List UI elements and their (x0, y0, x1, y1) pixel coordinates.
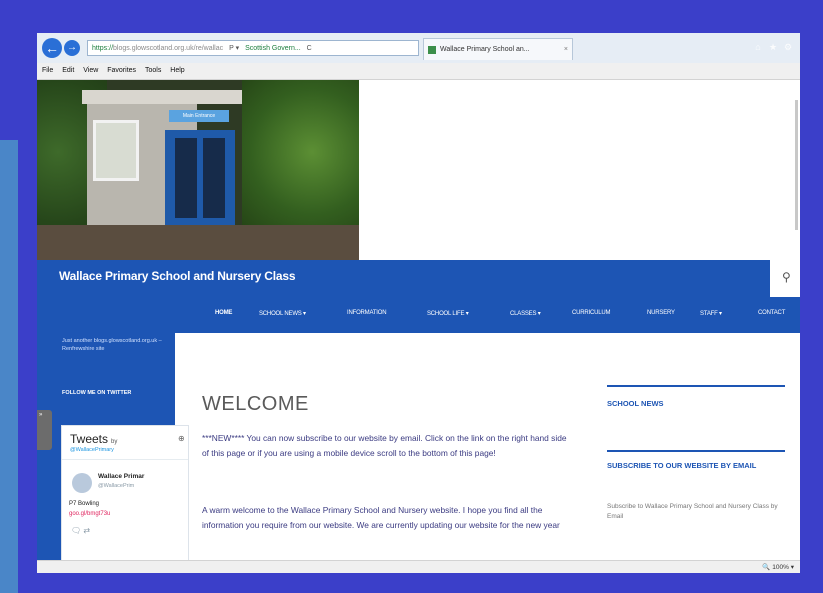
follow-twitter-link[interactable]: FOLLOW ME ON TWITTER (62, 389, 162, 397)
right-divider (607, 385, 785, 387)
browser-window: ← → https://blogs.glowscotland.org.uk/re… (37, 33, 800, 573)
slide-background (0, 0, 30, 140)
twitter-widget-title: Tweets by (70, 432, 117, 446)
forward-icon[interactable]: → (64, 40, 80, 56)
photo-door-glass-right (203, 138, 225, 218)
browser-titlebar: ← → https://blogs.glowscotland.org.uk/re… (37, 33, 800, 63)
tweet-author-handle: @WallacePrim (98, 483, 135, 489)
tweet-actions[interactable]: 🗨 ⇄ (71, 526, 90, 535)
site-tagline: Just another blogs.glowscotland.org.uk –… (62, 338, 162, 352)
tweet-text: P7 Bowling (69, 501, 100, 507)
menu-tools[interactable]: Tools (145, 67, 161, 74)
address-url: blogs.glowscotland.org.uk/re/wallac (113, 45, 224, 52)
nav-school-life[interactable]: SCHOOL LIFE ▾ (427, 310, 469, 317)
page-scrollbar[interactable] (795, 100, 798, 230)
browser-tab[interactable]: Wallace Primary School an... × (423, 38, 573, 60)
favicon-icon (428, 46, 436, 54)
tab-title: Wallace Primary School an... (440, 46, 530, 53)
subscribe-heading: SUBSCRIBE TO OUR WEBSITE BY EMAIL (607, 461, 757, 470)
tweet-author[interactable]: Wallace Primar (98, 473, 144, 480)
school-news-heading[interactable]: SCHOOL NEWS (607, 398, 787, 410)
back-icon[interactable]: ← (42, 38, 62, 58)
site-title[interactable]: Wallace Primary School and Nursery Class (59, 269, 296, 283)
nav-staff[interactable]: STAFF ▾ (700, 310, 722, 317)
menu-bar: File Edit View Favorites Tools Help (37, 63, 800, 80)
refresh-icon[interactable]: C (307, 45, 312, 52)
site-search-button[interactable]: ⚲ (770, 260, 800, 297)
site-nav (37, 297, 800, 333)
subscribe-link[interactable]: Subscribe to Wallace Primary School and … (607, 502, 787, 522)
nav-curriculum[interactable]: CURRICULUM (572, 310, 611, 316)
tweets-by: by (111, 439, 118, 445)
twitter-info-icon[interactable]: ⊕ (178, 434, 185, 443)
welcome-notice: ***NEW**** You can now subscribe to our … (202, 433, 567, 458)
address-secure: https:// (92, 45, 114, 52)
photo-window (93, 120, 139, 181)
expand-arrows-icon: » (39, 412, 43, 418)
close-tab-icon[interactable]: × (564, 39, 568, 60)
nav-classes[interactable]: CLASSES ▾ (510, 310, 541, 317)
menu-help[interactable]: Help (170, 67, 184, 74)
search-icon: ⚲ (782, 270, 791, 284)
twitter-handle[interactable]: @WallacePrimary (70, 447, 114, 453)
sidebar-collapse-handle[interactable]: » (37, 410, 52, 450)
nav-home[interactable]: HOME (215, 310, 232, 316)
menu-edit[interactable]: Edit (62, 67, 74, 74)
welcome-paragraph: A warm welcome to the Wallace Primary Sc… (202, 505, 560, 530)
nav-information[interactable]: INFORMATION (347, 310, 387, 316)
twitter-divider (62, 459, 188, 460)
slide-side-strip (0, 140, 18, 593)
right-divider-2 (607, 450, 785, 452)
twitter-widget: Tweets by @WallacePrimary ⊕ Wallace Prima… (61, 425, 189, 560)
menu-favorites[interactable]: Favorites (107, 67, 136, 74)
page-viewport: Main Entrance Wallace Primary School and… (37, 80, 800, 560)
settings-gear-icon[interactable]: ⚙ (783, 42, 793, 52)
school-hero-photo: Main Entrance (37, 80, 359, 260)
address-bar[interactable]: https://blogs.glowscotland.org.uk/re/wal… (87, 40, 419, 56)
photo-entrance-sign: Main Entrance (169, 110, 229, 122)
favorites-star-icon[interactable]: ★ (768, 42, 778, 52)
nav-contact[interactable]: CONTACT (758, 310, 785, 316)
nav-school-news[interactable]: SCHOOL NEWS ▾ (259, 310, 306, 317)
menu-file[interactable]: File (42, 67, 53, 74)
tweets-label: Tweets (70, 432, 109, 446)
photo-door (165, 130, 235, 225)
avatar[interactable] (72, 473, 92, 493)
page-title: WELCOME (202, 393, 309, 415)
zoom-control[interactable]: 🔍 100% ▾ (762, 563, 794, 571)
photo-tree-right (242, 80, 359, 240)
menu-view[interactable]: View (83, 67, 98, 74)
address-search-icon[interactable]: P ▾ (229, 45, 239, 52)
status-bar: 🔍 100% ▾ (37, 560, 800, 573)
home-icon[interactable]: ⌂ (753, 42, 763, 52)
certificate-label[interactable]: Scottish Govern... (245, 45, 301, 52)
photo-door-glass-left (175, 138, 197, 218)
nav-nursery[interactable]: NURSERY (647, 310, 675, 316)
tweet-link[interactable]: goo.gl/bmgt73u (69, 511, 110, 517)
photo-ground (37, 225, 359, 260)
